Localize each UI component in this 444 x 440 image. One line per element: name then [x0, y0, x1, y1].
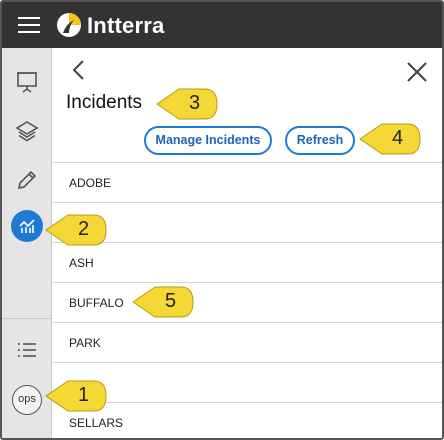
app-window: Intterra ops Incidents Manage Incidents … [0, 0, 444, 440]
top-bar: Intterra [2, 2, 442, 48]
refresh-button[interactable]: Refresh [285, 126, 355, 155]
incident-item[interactable]: BUFFALO [53, 282, 442, 322]
sidebar-divider [2, 318, 52, 319]
layers-icon[interactable] [15, 119, 39, 143]
incident-item[interactable]: SELLARS [53, 402, 442, 438]
callout-marker-1: 1 [44, 376, 108, 416]
incident-item[interactable]: ASH [53, 242, 442, 282]
incident-item[interactable]: ADOBE [53, 162, 442, 202]
user-badge[interactable]: ops [12, 385, 42, 415]
incident-item[interactable] [53, 362, 442, 402]
incidents-nav-button[interactable] [11, 210, 43, 242]
callout-marker-3: 3 [155, 84, 219, 124]
incident-item[interactable]: PARK [53, 322, 442, 362]
callout-marker-4: 4 [358, 119, 422, 159]
callout-marker-5: 5 [131, 282, 195, 322]
list-icon[interactable] [15, 338, 39, 362]
callout-marker-2: 2 [44, 210, 108, 250]
back-chevron-icon[interactable] [69, 58, 89, 82]
presentation-icon[interactable] [15, 70, 39, 94]
chart-icon [19, 219, 35, 233]
manage-incidents-button[interactable]: Manage Incidents [144, 126, 272, 155]
pencil-icon[interactable] [15, 168, 39, 192]
brand-name: Intterra [87, 13, 165, 38]
close-icon[interactable] [405, 60, 429, 84]
panel-title: Incidents [66, 92, 143, 113]
incidents-panel: Incidents Manage Incidents Refresh ADOBE… [53, 48, 442, 438]
incident-item[interactable] [53, 202, 442, 242]
incident-list: ADOBE ASH BUFFALO PARK SELLARS [53, 162, 442, 438]
hamburger-menu-icon[interactable] [18, 16, 40, 34]
intterra-logo-icon [57, 13, 81, 37]
